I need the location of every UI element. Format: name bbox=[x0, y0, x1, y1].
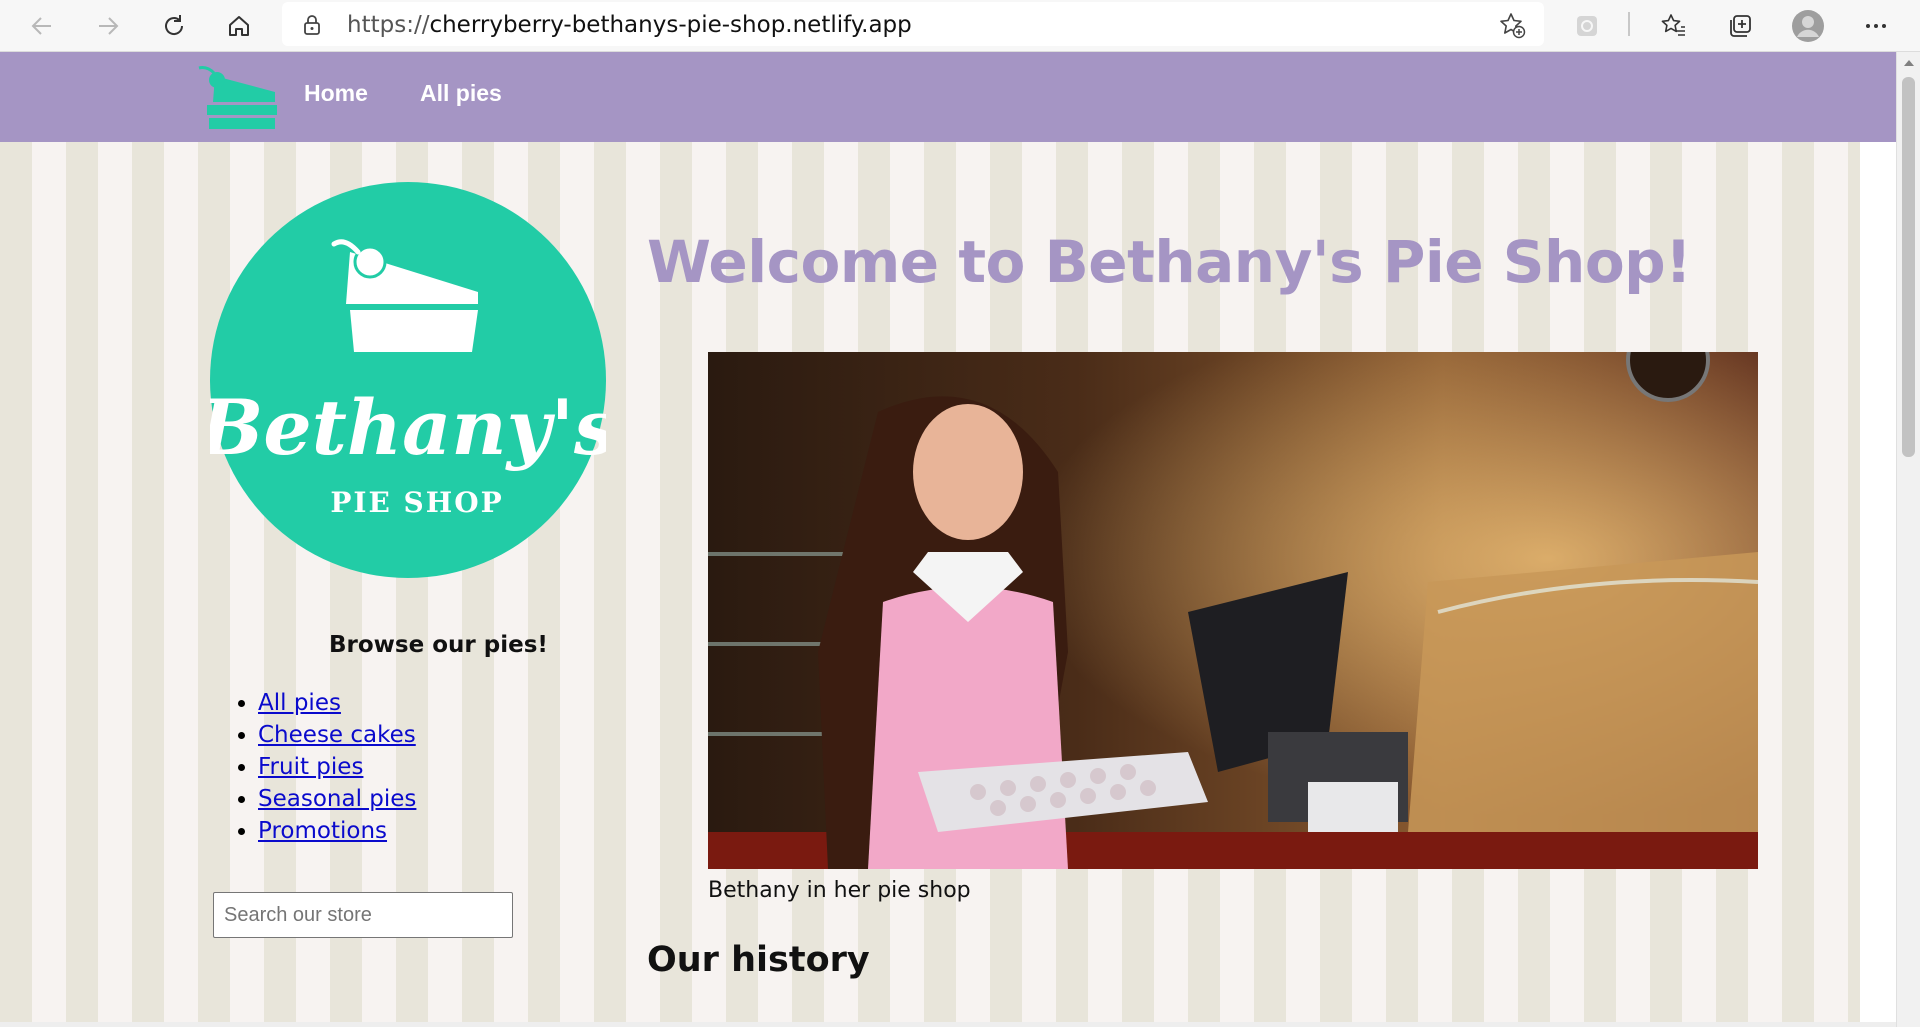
extension-icon bbox=[1577, 16, 1597, 36]
add-favorite-icon[interactable] bbox=[1498, 11, 1526, 39]
nav-home[interactable]: Home bbox=[304, 80, 368, 107]
list-item: Cheese cakes bbox=[258, 719, 416, 751]
url-prefix: https:// bbox=[347, 12, 430, 38]
url-domain: cherryberry-bethanys-pie-shop.netlify.ap… bbox=[429, 12, 912, 38]
forward-button[interactable] bbox=[90, 8, 126, 44]
profile-button[interactable] bbox=[1790, 8, 1826, 44]
category-link-cheese-cakes[interactable]: Cheese cakes bbox=[258, 722, 416, 748]
list-item: All pies bbox=[258, 687, 416, 719]
favorites-button[interactable] bbox=[1656, 8, 1692, 44]
pie-logo-icon[interactable] bbox=[195, 62, 285, 132]
address-bar[interactable]: https://cherryberry-bethanys-pie-shop.ne… bbox=[282, 2, 1544, 46]
favorites-icon bbox=[1661, 14, 1685, 36]
list-item: Fruit pies bbox=[258, 751, 416, 783]
category-link-seasonal-pies[interactable]: Seasonal pies bbox=[258, 786, 416, 812]
logo-sub: Pie Shop bbox=[330, 486, 503, 519]
nav-all-pies[interactable]: All pies bbox=[420, 80, 502, 107]
scroll-thumb[interactable] bbox=[1902, 77, 1915, 457]
page-margin bbox=[1860, 142, 1896, 1027]
list-item: Promotions bbox=[258, 815, 416, 847]
toolbar-divider bbox=[1628, 12, 1630, 36]
site-header: Home All pies bbox=[0, 52, 1896, 142]
page-title: Welcome to Bethany's Pie Shop! bbox=[647, 228, 1692, 296]
horizontal-scrollbar[interactable] bbox=[0, 1022, 1896, 1027]
home-button[interactable] bbox=[221, 8, 257, 44]
extension-button[interactable] bbox=[1569, 8, 1605, 44]
section-title-history: Our history bbox=[647, 940, 870, 980]
list-item: Seasonal pies bbox=[258, 783, 416, 815]
vertical-scrollbar[interactable] bbox=[1896, 52, 1920, 1027]
category-link-fruit-pies[interactable]: Fruit pies bbox=[258, 754, 363, 780]
scroll-up-icon[interactable] bbox=[1903, 58, 1915, 68]
search-input[interactable] bbox=[213, 892, 513, 938]
refresh-button[interactable] bbox=[156, 8, 192, 44]
browser-toolbar: https://cherryberry-bethanys-pie-shop.ne… bbox=[0, 0, 1920, 52]
page-viewport: Home All pies Bethany's Pie Shop Browse … bbox=[0, 52, 1896, 1027]
bethanys-logo: Bethany's Pie Shop bbox=[210, 182, 606, 578]
category-link-promotions[interactable]: Promotions bbox=[258, 818, 387, 844]
lock-icon[interactable] bbox=[302, 13, 322, 37]
more-icon bbox=[1866, 24, 1886, 28]
refresh-icon bbox=[165, 15, 184, 35]
photo-caption: Bethany in her pie shop bbox=[708, 878, 971, 903]
more-button[interactable] bbox=[1858, 8, 1894, 44]
back-button[interactable] bbox=[24, 8, 60, 44]
profile-icon bbox=[1792, 10, 1824, 42]
browse-title: Browse our pies! bbox=[329, 632, 548, 658]
url-text[interactable]: https://cherryberry-bethanys-pie-shop.ne… bbox=[347, 12, 912, 38]
collections-icon bbox=[1730, 15, 1751, 37]
back-icon bbox=[31, 17, 51, 35]
category-link-all-pies[interactable]: All pies bbox=[258, 690, 341, 716]
category-list: All pies Cheese cakes Fruit pies Seasona… bbox=[230, 687, 416, 847]
hero-photo bbox=[708, 352, 1758, 869]
collections-button[interactable] bbox=[1722, 8, 1758, 44]
forward-icon bbox=[99, 17, 119, 35]
home-icon bbox=[229, 16, 249, 36]
logo-word: Bethany's bbox=[210, 383, 606, 472]
